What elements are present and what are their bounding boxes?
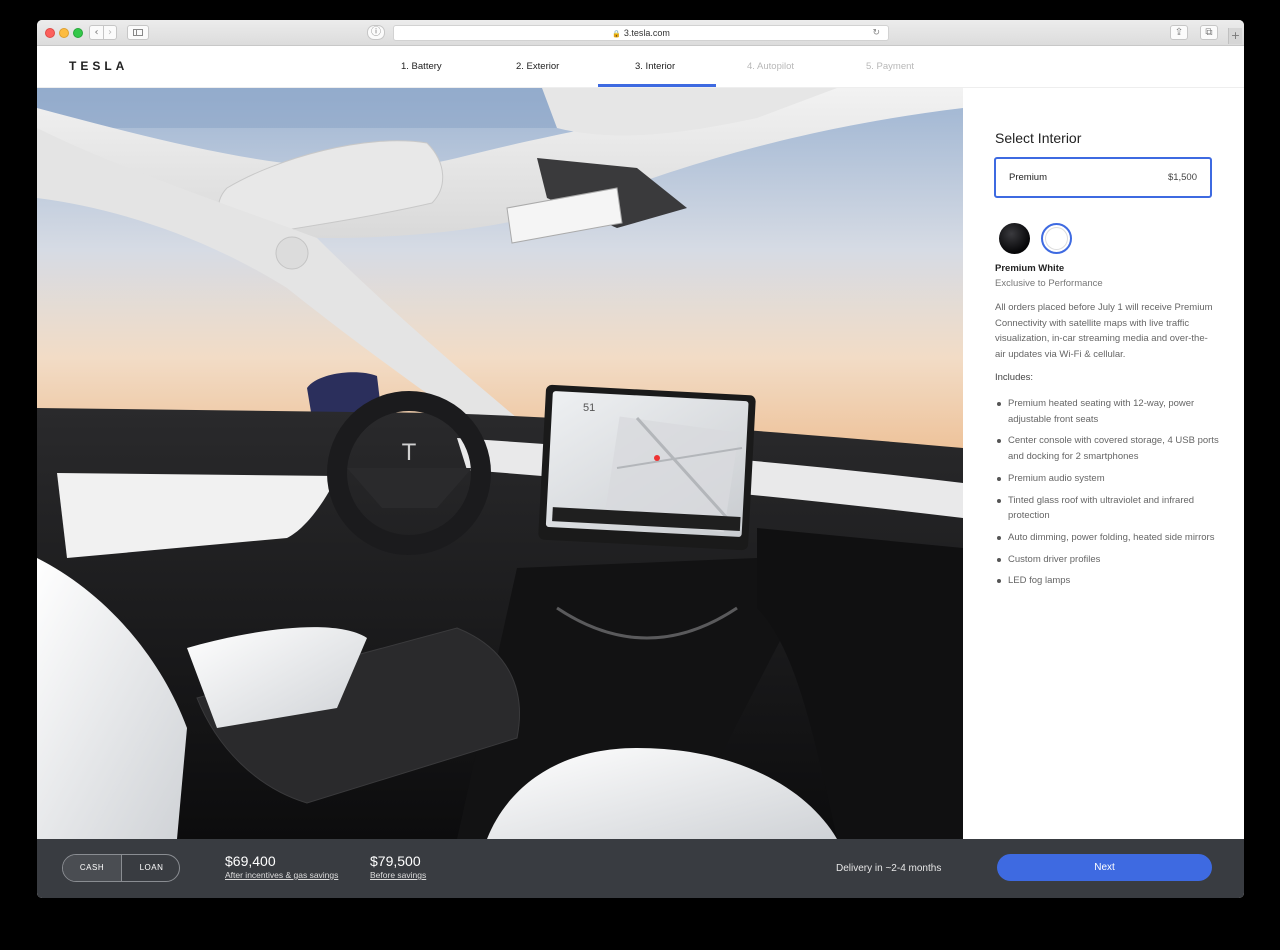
- loan-toggle-button[interactable]: LOAN: [122, 855, 179, 881]
- payment-type-toggle: CASH LOAN: [62, 854, 180, 882]
- option-label: Premium: [1009, 172, 1048, 183]
- list-item: Tinted glass roof with ultraviolet and i…: [995, 493, 1220, 524]
- list-item: Premium audio system: [995, 471, 1220, 487]
- close-window-button[interactable]: [45, 28, 55, 38]
- swatch-black[interactable]: [999, 223, 1030, 254]
- option-price: $1,500: [1167, 172, 1197, 183]
- step-exterior[interactable]: 2. Exterior: [516, 61, 559, 72]
- includes-heading: Includes:: [995, 372, 1034, 383]
- selected-color-name: Premium White: [995, 263, 1065, 274]
- step-interior[interactable]: 3. Interior: [635, 61, 675, 72]
- share-icon[interactable]: ⇪: [1170, 25, 1188, 40]
- price-before-link[interactable]: Before savings: [370, 870, 426, 880]
- price-after-link[interactable]: After incentives & gas savings: [225, 870, 338, 880]
- interior-image: T 51: [37, 88, 963, 839]
- new-tab-icon[interactable]: +: [1228, 28, 1242, 44]
- forward-icon[interactable]: ›: [103, 25, 117, 40]
- list-item: LED fog lamps: [995, 573, 1220, 589]
- connectivity-promo-text: All orders placed before July 1 will rec…: [995, 302, 1213, 361]
- interior-option-premium[interactable]: Premium $1,500: [994, 157, 1212, 198]
- next-button[interactable]: Next: [997, 854, 1212, 881]
- browser-toolbar: ‹ › ⓘ 🔒 3.tesla.com ↻ ⇪ ⧉ +: [37, 20, 1244, 46]
- price-before-savings: $79,500 Before savings: [370, 853, 426, 880]
- speaker-grille: [275, 236, 309, 270]
- steering-logo-icon: T: [401, 441, 416, 466]
- tesla-logo[interactable]: TESLA: [69, 59, 128, 73]
- price-after-savings: $69,400 After incentives & gas savings: [225, 853, 338, 880]
- step-payment: 5. Payment: [866, 61, 915, 72]
- step-autopilot: 4. Autopilot: [747, 61, 795, 72]
- price-before-value: $79,500: [370, 853, 421, 869]
- config-panel: Select Interior Premium $1,500 Premium W…: [963, 88, 1244, 839]
- selected-color-note: Exclusive to Performance: [995, 278, 1103, 289]
- price-after-value: $69,400: [225, 853, 276, 869]
- zoom-window-button[interactable]: [73, 28, 83, 38]
- minimize-window-button[interactable]: [59, 28, 69, 38]
- reload-icon[interactable]: ↻: [872, 26, 880, 40]
- list-item: Auto dimming, power folding, heated side…: [995, 530, 1220, 546]
- info-icon[interactable]: ⓘ: [367, 25, 385, 40]
- tabs-overview-icon[interactable]: ⧉: [1200, 25, 1218, 40]
- sky-view: [37, 88, 963, 448]
- swatch-white[interactable]: [1041, 223, 1072, 254]
- center-touchscreen: 51: [538, 384, 756, 551]
- address-bar[interactable]: 🔒 3.tesla.com ↻: [393, 25, 889, 41]
- step-battery[interactable]: 1. Battery: [401, 61, 442, 72]
- list-item: Custom driver profiles: [995, 552, 1220, 568]
- screen-speed: 51: [583, 402, 595, 414]
- active-step-indicator: [598, 84, 716, 87]
- panel-title: Select Interior: [995, 130, 1082, 146]
- car-interior-illustration: T 51: [37, 88, 963, 839]
- includes-list: Premium heated seating with 12-way, powe…: [995, 396, 1220, 595]
- url-text: 3.tesla.com: [623, 28, 670, 38]
- price-footer: CASH LOAN $69,400 After incentives & gas…: [37, 839, 1244, 898]
- site-header: TESLA 1. Battery 2. Exterior 3. Interior…: [37, 46, 1244, 88]
- back-icon[interactable]: ‹: [89, 25, 103, 40]
- sidebar-toggle-button[interactable]: [127, 25, 149, 40]
- lock-icon: 🔒: [612, 30, 621, 38]
- delivery-estimate: Delivery in ~2-4 months: [836, 863, 942, 874]
- list-item: Premium heated seating with 12-way, powe…: [995, 396, 1220, 427]
- list-item: Center console with covered storage, 4 U…: [995, 433, 1220, 464]
- cash-toggle-button[interactable]: CASH: [63, 855, 122, 881]
- sidebar-icon: [133, 29, 143, 36]
- browser-window: ‹ › ⓘ 🔒 3.tesla.com ↻ ⇪ ⧉ + TESLA 1. Batt…: [37, 20, 1244, 898]
